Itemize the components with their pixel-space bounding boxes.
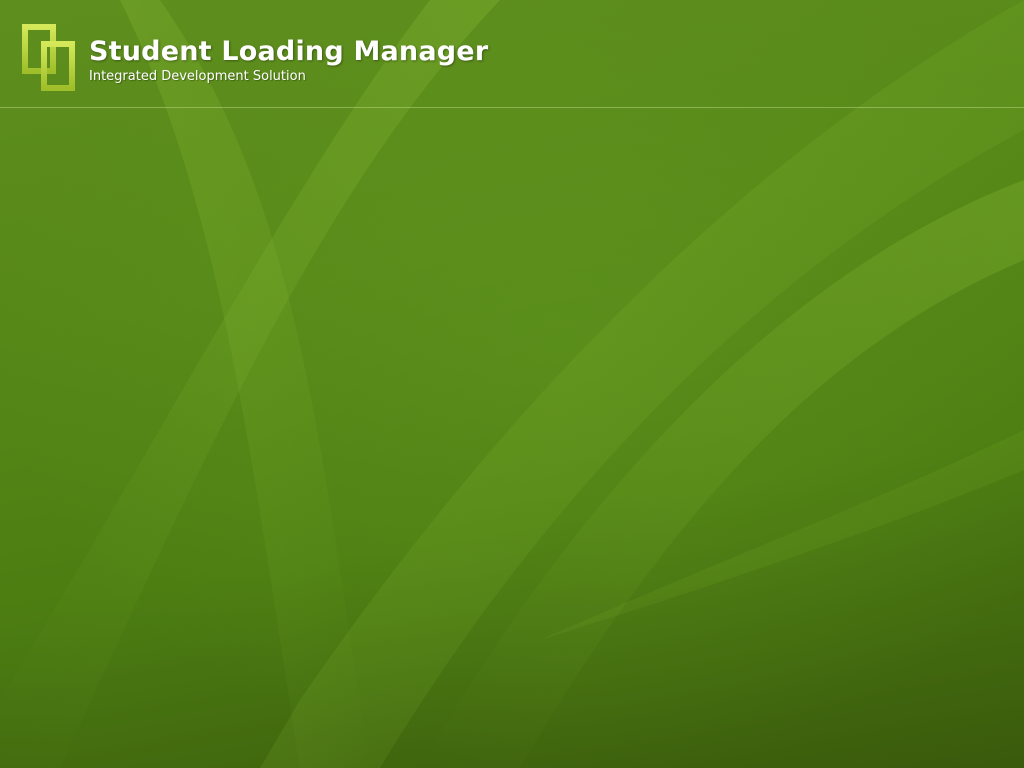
interlocked-squares-logo-icon: [22, 24, 75, 91]
title-block: Student Loading Manager Integrated Devel…: [89, 34, 488, 84]
app-subtitle: Integrated Development Solution: [89, 69, 306, 84]
app-title: Student Loading Manager: [89, 36, 489, 67]
header-bar: Student Loading Manager Integrated Devel…: [0, 0, 1024, 108]
desktop-background: [0, 0, 1024, 768]
